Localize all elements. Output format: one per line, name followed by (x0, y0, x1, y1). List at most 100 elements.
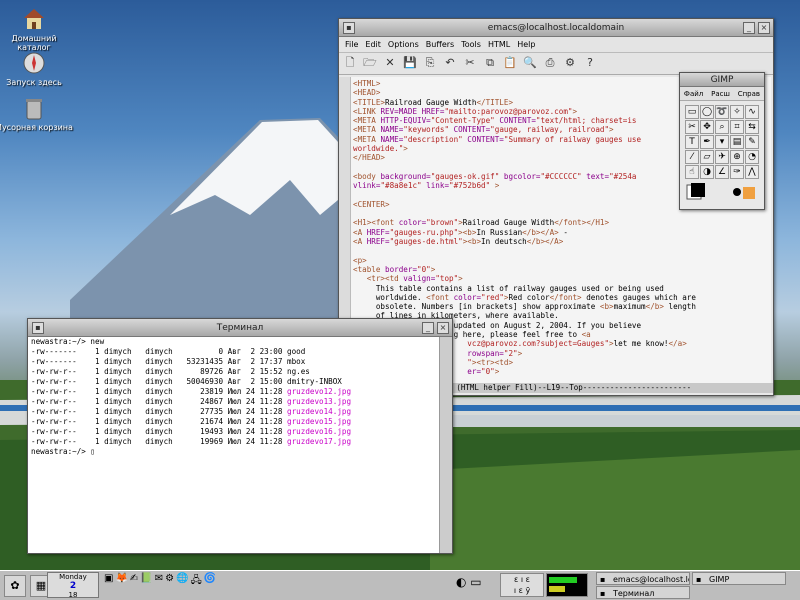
color-picker-icon[interactable]: ✒ (700, 135, 714, 149)
convolve-icon[interactable]: ◔ (745, 150, 759, 164)
close-icon[interactable]: × (437, 322, 449, 334)
terminal-line: -rw-rw-r-- 1 dimych dimych 21674 Июл 24 … (31, 417, 352, 426)
gimp-menubar: Файл Расш Справ (680, 87, 764, 101)
debian-icon[interactable]: 🌀 (204, 573, 216, 590)
smudge-icon[interactable]: ☝ (685, 165, 699, 179)
magnify-icon[interactable]: ⌕ (715, 120, 729, 134)
book-icon[interactable]: 📗 (140, 573, 152, 590)
undo-icon[interactable]: ↶ (443, 56, 457, 70)
save-icon[interactable]: 💾 (403, 56, 417, 70)
scissors-icon[interactable]: ✂ (685, 120, 699, 134)
terminal-scrollbar[interactable] (439, 337, 452, 553)
code-line: <H1><font color="brown">Railroad Gauge W… (353, 218, 610, 228)
eraser-icon[interactable]: ▱ (700, 150, 714, 164)
task-label: Терминал (613, 589, 655, 598)
emacs-menu-options[interactable]: Options (388, 40, 419, 49)
globe-icon[interactable]: 🌐 (176, 573, 188, 590)
window-menu-icon[interactable]: ▪ (32, 322, 44, 334)
magic-wand-icon[interactable]: ✧ (730, 105, 744, 119)
mail-icon[interactable]: ✉ (155, 573, 163, 590)
network-icon[interactable]: 🖧 (191, 573, 202, 590)
brush-icon[interactable]: ⁄ (685, 150, 699, 164)
task-button[interactable]: ▪ emacs@localhost.lo (596, 572, 690, 585)
keyboard-layout-applet[interactable]: ɛ ı ɛ ı ɛ ӯ (500, 573, 544, 597)
flip-icon[interactable]: ⇆ (745, 120, 759, 134)
cut-icon[interactable]: ✂ (463, 56, 477, 70)
crop-icon[interactable]: ⌗ (730, 120, 744, 134)
minimize-icon[interactable]: _ (422, 322, 434, 334)
close-icon[interactable]: × (758, 22, 770, 34)
volume-applet[interactable]: ◐ ▭ (456, 575, 496, 595)
customize-icon[interactable]: ⚙ (563, 56, 577, 70)
measure-icon[interactable]: ∠ (715, 165, 729, 179)
print-icon[interactable]: ⎙ (543, 56, 557, 70)
search-icon[interactable]: 🔍 (523, 56, 537, 70)
lasso-icon[interactable]: ➰ (715, 105, 729, 119)
gimp-title: GIMP (710, 75, 734, 85)
kbd-line-1: ɛ ı ɛ (514, 575, 530, 584)
pencil-icon[interactable]: ✎ (745, 135, 759, 149)
settings-icon[interactable]: ⚙ (165, 573, 174, 590)
terminal-icon[interactable]: ▣ (104, 573, 113, 590)
clock-applet[interactable]: Monday 2 18 (47, 572, 99, 599)
gradient-icon[interactable]: ▤ (730, 135, 744, 149)
terminal-task-icon: ▪ (600, 589, 606, 598)
house-icon (24, 9, 44, 29)
task-button[interactable]: ▪ Терминал (596, 586, 690, 599)
terminal-line: -rw------- 1 dimych dimych 53231435 Авг … (31, 357, 306, 366)
emacs-menu-help[interactable]: Help (517, 40, 535, 49)
editor-icon[interactable]: ✍ (130, 573, 138, 590)
gimp-launcher-icon[interactable]: 🦊 (115, 573, 127, 590)
emacs-menubar: File Edit Options Buffers Tools HTML Help (339, 37, 773, 53)
rect-select-icon[interactable]: ▭ (685, 105, 699, 119)
bezier-icon[interactable]: ∿ (745, 105, 759, 119)
terminal-titlebar[interactable]: ▪ Терминал _ × (28, 319, 452, 337)
emacs-menu-file[interactable]: File (345, 40, 358, 49)
copy-icon[interactable]: ⧉ (483, 56, 497, 70)
desktop-icon-run[interactable]: Запуск здесь (0, 50, 74, 87)
terminal-line: newastra:~/> ▯ (31, 447, 96, 456)
save-as-icon[interactable]: ⎘ (423, 56, 437, 70)
open-file-icon[interactable]: 🗋 (343, 56, 357, 70)
compass-icon (23, 52, 45, 74)
cpu-monitor-applet (546, 573, 588, 597)
window-menu-icon[interactable]: ▪ (343, 22, 355, 34)
ellipse-select-icon[interactable]: ◯ (700, 105, 714, 119)
gimp-titlebar[interactable]: GIMP (680, 73, 764, 87)
gimp-menu-item[interactable]: Справ (738, 87, 760, 100)
desktop-icon-trash[interactable]: Мусорная корзина (0, 95, 74, 132)
emacs-menu-buffers[interactable]: Buffers (426, 40, 454, 49)
desktop-icon-home[interactable]: Домашний каталог (0, 6, 74, 52)
move-icon[interactable]: ✥ (700, 120, 714, 134)
minimize-icon[interactable]: _ (743, 22, 755, 34)
launcher-bar: ▣ 🦊 ✍ 📗 ✉ ⚙ 🌐 🖧 🌀 (104, 573, 216, 590)
gimp-toolbox-window[interactable]: GIMP Файл Расш Справ ▭ ◯ ➰ ✧ ∿ ✂ ✥ ⌕ ⌗ ⇆ T ✒ ▾ ▤ ✎ ⁄ ▱ ✈ ⊕ ◔ ☝… (679, 72, 765, 210)
emacs-menu-html[interactable]: HTML (488, 40, 510, 49)
terminal-line: -rw-rw-r-- 1 dimych dimych 24867 Июл 24 … (31, 397, 352, 406)
terminal-output[interactable]: newastra:~/> new -rw------- 1 dimych dimy… (28, 337, 440, 553)
close-icon[interactable]: ✕ (383, 56, 397, 70)
paste-icon[interactable]: 📋 (503, 56, 517, 70)
help-icon[interactable]: ? (583, 56, 597, 70)
gimp-color-area[interactable] (685, 183, 761, 207)
ink-icon[interactable]: ✑ (730, 165, 744, 179)
terminal-window[interactable]: ▪ Терминал _ × newastra:~/> new -rw------… (27, 318, 453, 554)
emacs-titlebar[interactable]: ▪ emacs@localhost.localdomain _ × (339, 19, 773, 37)
emacs-menu-edit[interactable]: Edit (365, 40, 381, 49)
clone-icon[interactable]: ⊕ (730, 150, 744, 164)
open-dir-icon[interactable]: 🗁 (363, 56, 377, 70)
gimp-menu-item[interactable]: Файл (684, 87, 703, 100)
path-icon[interactable]: ⋀ (745, 165, 759, 179)
main-menu-icon[interactable]: ✿ (4, 574, 26, 597)
emacs-title: emacs@localhost.localdomain (487, 23, 625, 33)
task-button[interactable]: ▪ GIMP (692, 572, 786, 585)
dodge-icon[interactable]: ◑ (700, 165, 714, 179)
bucket-icon[interactable]: ▾ (715, 135, 729, 149)
gimp-menu-item[interactable]: Расш (711, 87, 730, 100)
airbrush-icon[interactable]: ✈ (715, 150, 729, 164)
emacs-menu-tools[interactable]: Tools (461, 40, 481, 49)
text-icon[interactable]: T (685, 135, 699, 149)
desktop-icon-label: Мусорная корзина (0, 123, 73, 132)
